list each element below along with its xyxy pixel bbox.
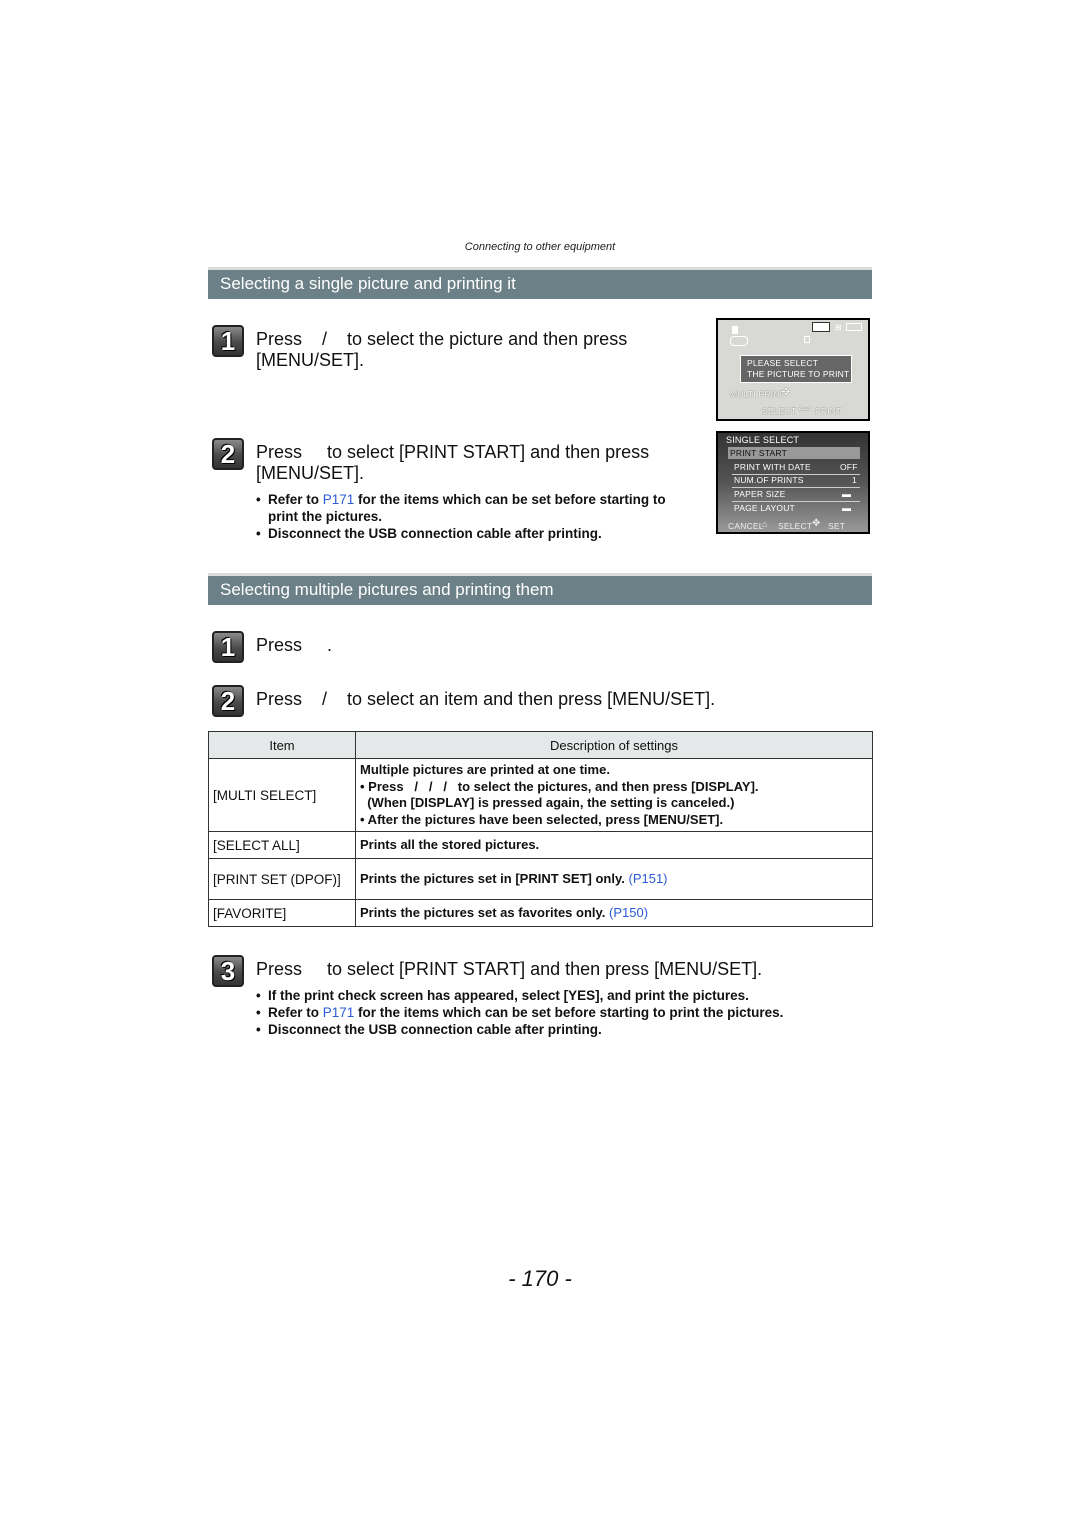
note-text: for the items which can be set before st… xyxy=(354,1005,784,1020)
section-title-multiple: Selecting multiple pictures and printing… xyxy=(208,573,872,605)
step-2-notes: • Refer to P171 for the items which can … xyxy=(256,492,666,541)
running-head: Connecting to other equipment xyxy=(464,241,616,253)
table-row: [PRINT SET (DPOF)] Prints the pictures s… xyxy=(208,858,873,900)
description-cell: Prints all the stored pictures. xyxy=(355,831,873,859)
menu-item-print-with-date[interactable]: PRINT WITH DATE xyxy=(734,462,811,472)
trash-icon: ⌂ xyxy=(762,519,768,529)
step-2-line2: [MENU/SET]. xyxy=(256,463,365,483)
step-2-text: Press / to select an item and then press… xyxy=(256,689,716,709)
item-multi-select: [MULTI SELECT] xyxy=(208,758,356,832)
message-line2: THE PICTURE TO PRINT xyxy=(747,369,850,379)
note-text: If the print check screen has appeared, … xyxy=(268,988,749,1003)
table-header-row: Item Description of settings xyxy=(208,731,873,759)
menu-item-num-prints[interactable]: NUM.OF PRINTS xyxy=(734,475,804,485)
description-line: (When [DISPLAY] is pressed again, the se… xyxy=(360,795,735,810)
settings-table: Item Description of settings [MULTI SELE… xyxy=(208,731,873,927)
description-line: • After the pictures have been selected,… xyxy=(360,811,724,827)
printer-icon: ▬ xyxy=(842,503,851,513)
table-row: [SELECT ALL] Prints all the stored pictu… xyxy=(208,831,873,859)
step-2-line1: Press to select [PRINT START] and then p… xyxy=(256,442,650,462)
description-line: • Press / / / to select the pictures, an… xyxy=(360,778,759,794)
menu-value-num: 1 xyxy=(852,475,857,485)
menu-item-paper-size[interactable]: PAPER SIZE xyxy=(734,489,785,499)
step-3-notes: • If the print check screen has appeared,… xyxy=(256,988,784,1037)
note-text: Refer to xyxy=(268,1005,323,1020)
step-number-2: 2 xyxy=(212,438,244,470)
step-2-text: Press to select [PRINT START] and then p… xyxy=(256,442,696,484)
page-link-p150[interactable]: (P150) xyxy=(609,905,648,920)
step-1-line1: Press / to select the picture and then p… xyxy=(256,329,628,349)
item-select-all: [SELECT ALL] xyxy=(208,831,356,859)
description-cell: Multiple pictures are printed at one tim… xyxy=(355,758,873,832)
step-number-1: 1 xyxy=(212,325,244,357)
printer-icon: ▬ xyxy=(842,489,851,499)
dpad-icon: ✥ xyxy=(812,518,821,529)
note-text: Disconnect the USB connection cable afte… xyxy=(268,1022,602,1037)
note-text: Disconnect the USB connection cable afte… xyxy=(268,526,602,541)
table-row: [MULTI SELECT] Multiple pictures are pri… xyxy=(208,758,873,832)
battery-icon xyxy=(846,323,862,331)
column-header-description: Description of settings xyxy=(355,731,873,759)
page-link-p171[interactable]: P171 xyxy=(323,492,355,507)
mode-icon xyxy=(732,326,738,334)
page-link-p171[interactable]: P171 xyxy=(323,1005,355,1020)
picture-size-icon xyxy=(812,322,830,332)
message-box: PLEASE SELECT THE PICTURE TO PRINT xyxy=(740,355,852,383)
message-line1: PLEASE SELECT xyxy=(747,358,819,368)
dpad-icon: ✥ xyxy=(782,387,791,398)
step-3-text: Press to select [PRINT START] and then p… xyxy=(256,959,763,979)
menu-value-date: OFF xyxy=(840,462,858,472)
step-1-line2: [MENU/SET]. xyxy=(256,350,365,370)
print-label: PRINT xyxy=(815,406,842,416)
section-title-single: Selecting a single picture and printing … xyxy=(208,267,872,299)
step-number-2: 2 xyxy=(212,685,244,717)
description-line: Prints the pictures set in [PRINT SET] o… xyxy=(360,870,625,886)
item-favorite: [FAVORITE] xyxy=(208,899,356,927)
footer-cancel: CANCEL xyxy=(728,521,764,531)
description-cell: Prints the pictures set as favorites onl… xyxy=(355,899,873,927)
quality-icon: ⊞ xyxy=(835,323,842,332)
page-link-p151[interactable]: (P151) xyxy=(628,871,667,886)
page-number: - 170 - xyxy=(508,1266,572,1291)
multi-print-label: MULTI PRINT xyxy=(730,389,785,399)
note-text: Refer to xyxy=(268,492,323,507)
column-header-item: Item xyxy=(208,731,356,759)
footer-set: SET xyxy=(828,521,846,531)
step-number-3: 3 xyxy=(212,955,244,987)
menu-title: SINGLE SELECT xyxy=(726,435,800,445)
camera-screen-single-select-menu: SINGLE SELECT PRINT START PRINT WITH DAT… xyxy=(716,431,870,534)
menu-item-print-start[interactable]: PRINT START xyxy=(730,448,787,458)
table-row: [FAVORITE] Prints the pictures set as fa… xyxy=(208,899,873,927)
step-number-1: 1 xyxy=(212,631,244,663)
step-1-text: Press . xyxy=(256,635,333,655)
description-line: Prints the pictures set as favorites onl… xyxy=(360,904,606,920)
note-text: print the pictures. xyxy=(268,509,383,524)
menu-item-page-layout[interactable]: PAGE LAYOUT xyxy=(734,503,795,513)
note-text: for the items which can be set before st… xyxy=(354,492,666,507)
camera-screen-select-picture: ⊞ PLEASE SELECT THE PICTURE TO PRINT MUL… xyxy=(716,318,870,421)
step-1-text: Press / to select the picture and then p… xyxy=(256,329,696,371)
footer-select: SELECT xyxy=(778,521,813,531)
arrows-icon: ⟺ xyxy=(798,404,813,415)
description-line: Prints all the stored pictures. xyxy=(360,836,540,852)
description-line: Multiple pictures are printed at one tim… xyxy=(360,762,610,777)
item-print-set-dpof: [PRINT SET (DPOF)] xyxy=(208,858,356,900)
description-cell: Prints the pictures set in [PRINT SET] o… xyxy=(355,858,873,900)
select-label: SELECT xyxy=(762,406,797,416)
card-icon xyxy=(804,336,810,343)
print-connect-icon xyxy=(730,336,748,346)
